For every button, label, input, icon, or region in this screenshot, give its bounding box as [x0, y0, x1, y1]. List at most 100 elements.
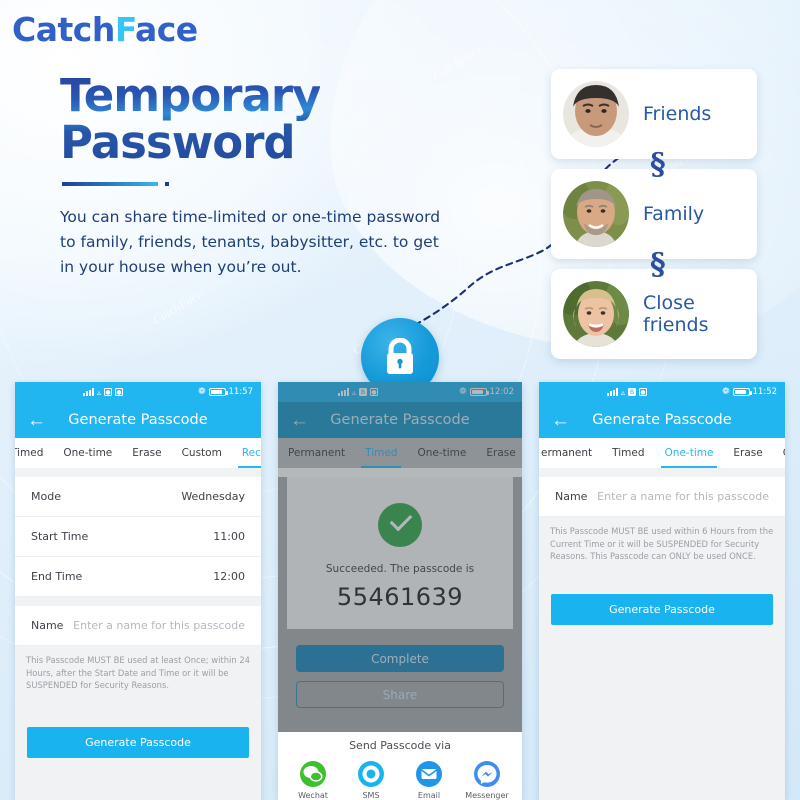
logo-part-f: F — [114, 10, 136, 49]
security-note: This Passcode MUST BE used at least Once… — [26, 655, 250, 690]
app-bar-title: Generate Passcode — [68, 412, 208, 428]
spacer — [15, 468, 261, 477]
field-row-mode[interactable]: Mode Wednesday — [15, 477, 261, 517]
complete-button[interactable]: Complete — [296, 645, 504, 672]
tab-recurring[interactable]: Recurring — [232, 438, 261, 468]
spacer — [15, 597, 261, 606]
app-bar-title: Generate Passcode — [330, 412, 470, 428]
phone-body: Mode Wednesday Start Time 11:00 End Time… — [15, 468, 261, 800]
field-label: Name — [31, 619, 64, 632]
tab-custom[interactable]: Custom — [773, 438, 785, 468]
tab-erase[interactable]: Erase — [122, 438, 171, 468]
field-label: Name — [555, 490, 588, 503]
signal-bars-icon — [83, 388, 94, 396]
spacer — [539, 468, 785, 477]
status-bar-left: ▵ B ● — [607, 387, 648, 397]
tab-erase[interactable]: Erase — [723, 438, 772, 468]
status-bar-right: ❁ 12:02 — [459, 387, 514, 397]
share-option-email[interactable]: Email — [404, 761, 454, 800]
name-input-placeholder[interactable]: Enter a name for this passcode — [597, 490, 769, 503]
avatar — [563, 181, 629, 247]
share-option-label: Wechat — [298, 791, 328, 800]
contact-card-label: Friends — [643, 103, 712, 125]
status-bar: ▵ ● ● ❁ 11:57 — [15, 382, 261, 402]
generate-passcode-button[interactable]: Generate Passcode — [27, 726, 249, 758]
tab-timed[interactable]: Timed — [355, 438, 407, 468]
page-title-line1: Temporary — [60, 69, 321, 122]
app-icon: ● — [115, 388, 124, 396]
sim-icon: B — [359, 388, 368, 396]
field-label: Start Time — [31, 530, 89, 543]
green-check-icon — [378, 503, 422, 547]
status-bar: ▵ B ● ❁ 11:52 — [539, 382, 785, 402]
link-chain-icon: § — [650, 247, 666, 282]
field-row-name[interactable]: Name Enter a name for this passcode — [15, 606, 261, 646]
share-option-sms[interactable]: SMS — [346, 761, 396, 800]
status-time: 12:02 — [489, 387, 515, 397]
phone-screenshot-recurring: ▵ ● ● ❁ 11:57 ← Generate Passcode Timed … — [15, 382, 261, 800]
phone-screenshot-one-time: ▵ B ● ❁ 11:52 ← Generate Passcode ermane… — [539, 382, 785, 800]
title-underline — [62, 182, 158, 186]
status-bar: ▵ B ● ❁ 12:02 — [278, 382, 522, 402]
share-option-wechat[interactable]: Wechat — [288, 761, 338, 800]
wechat-icon — [300, 761, 326, 787]
share-sheet: Send Passcode via Wechat SMS Email Messe… — [278, 732, 522, 800]
tab-one-time[interactable]: One-time — [53, 438, 122, 468]
wifi-icon: ▵ — [352, 387, 357, 397]
contact-card-label: Close friends — [643, 292, 709, 336]
field-row-name[interactable]: Name Enter a name for this passcode — [539, 477, 785, 517]
tab-timed[interactable]: Timed — [602, 438, 654, 468]
share-option-label: SMS — [362, 791, 380, 800]
tab-bar: ermanent Timed One-time Erase Custom — [539, 438, 785, 468]
tab-one-time[interactable]: One-time — [655, 438, 724, 468]
app-icon: ● — [370, 388, 379, 396]
battery-icon — [208, 388, 228, 396]
bluetooth-icon: ❁ — [721, 387, 730, 397]
avatar — [563, 281, 629, 347]
tab-bar: Timed One-time Erase Custom Recurring — [15, 438, 261, 468]
tab-permanent[interactable]: ermanent — [539, 438, 602, 468]
status-time: 11:52 — [752, 387, 778, 397]
field-value: 11:00 — [213, 530, 245, 543]
status-time: 11:57 — [228, 387, 254, 397]
messenger-icon — [474, 761, 500, 787]
status-bar-right: ❁ 11:52 — [722, 387, 777, 397]
share-option-label: Email — [417, 791, 441, 800]
generate-passcode-button[interactable]: Generate Passcode — [551, 593, 773, 625]
page-description: You can share time-limited or one-time p… — [60, 208, 441, 276]
signal-bars-icon — [607, 388, 618, 396]
title-underline-dot — [165, 182, 169, 186]
tab-erase[interactable]: Erase — [476, 438, 522, 468]
share-button[interactable]: Share — [296, 681, 504, 708]
contact-card-family[interactable]: Family — [551, 169, 757, 259]
share-option-messenger[interactable]: Messenger — [462, 761, 512, 800]
field-value: 12:00 — [213, 570, 245, 583]
sim-icon: ● — [104, 388, 113, 396]
tab-timed[interactable]: Timed — [15, 438, 53, 468]
app-bar: ← Generate Passcode — [15, 402, 261, 438]
field-row-end-time[interactable]: End Time 12:00 — [15, 557, 261, 597]
passcode-value: 55461639 — [336, 583, 464, 611]
contact-card-label: Family — [643, 203, 705, 225]
name-input-placeholder[interactable]: Enter a name for this passcode — [73, 619, 245, 632]
email-icon — [416, 761, 442, 787]
phone-body: Name Enter a name for this passcode This… — [539, 468, 785, 800]
share-sheet-title: Send Passcode via — [349, 739, 451, 752]
share-options-row: Wechat SMS Email Messenger — [278, 761, 522, 800]
tab-permanent[interactable]: Permanent — [278, 438, 355, 468]
field-value: Wednesday — [181, 490, 245, 503]
sms-icon — [358, 761, 384, 787]
wifi-icon: ▵ — [621, 387, 626, 397]
field-label: Mode — [31, 490, 61, 503]
field-label: End Time — [31, 570, 83, 583]
logo-part-catch: Catch — [12, 10, 115, 49]
tab-one-time[interactable]: One-time — [407, 438, 476, 468]
tab-bar: Permanent Timed One-time Erase Custom — [278, 438, 522, 468]
tab-custom[interactable]: Custom — [172, 438, 232, 468]
signal-bars-icon — [338, 388, 349, 396]
field-row-start-time[interactable]: Start Time 11:00 — [15, 517, 261, 557]
contact-card-friends[interactable]: Friends — [551, 69, 757, 159]
contact-card-close-friends[interactable]: Close friends — [551, 269, 757, 359]
page-title-line2: Password — [60, 116, 295, 169]
success-message: Succeeded. The passcode is — [325, 563, 475, 575]
